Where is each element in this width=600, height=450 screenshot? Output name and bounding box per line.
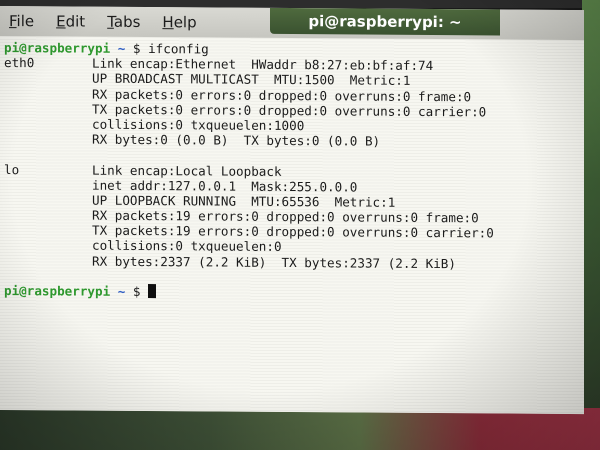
desktop-wallpaper-right [582,0,600,450]
window-title: pi@raspberrypi: ~ [270,7,500,36]
menu-file-accel: F [9,12,17,31]
iface-detail: RX bytes:2337 (2.2 KiB) TX bytes:2337 (2… [92,253,456,271]
iface-detail: Link encap:Local Loopback [92,162,282,179]
menu-edit-accel: E [56,12,66,31]
menu-file-label: ile [16,12,35,31]
menu-edit-label: dit [65,12,86,31]
iface-detail: collisions:0 txqueuelen:1000 [92,116,305,134]
prompt-user: pi@raspberrypi [4,283,111,299]
iface-detail: collisions:0 txqueuelen:0 [92,238,282,255]
command-text: ifconfig [148,41,209,57]
terminal-window: File Edit Tabs Help pi@raspberrypi: ~ pi… [0,6,584,415]
iface-detail: inet addr:127.0.0.1 Mask:255.0.0.0 [92,177,358,195]
prompt-separator [110,41,118,56]
desktop-wallpaper-bottom [0,408,600,450]
active-prompt-line: pi@raspberrypi ~ $ [4,283,584,302]
menu-tabs[interactable]: Tabs [104,11,143,33]
terminal-output[interactable]: pi@raspberrypi ~ $ ifconfig eth0 Link enca… [0,36,584,415]
prompt-user: pi@raspberrypi [4,40,111,56]
text-cursor [148,284,157,299]
iface-name-lo: lo [4,161,20,177]
menu-help[interactable]: Help [159,11,199,33]
iface-name-eth0: eth0 [4,55,35,71]
iface-detail: RX bytes:0 (0.0 B) TX bytes:0 (0.0 B) [92,131,381,149]
menu-bar: File Edit Tabs Help [6,10,200,33]
menu-help-accel: H [162,13,174,32]
prompt-separator [110,284,118,299]
prompt-symbol: $ [125,40,149,57]
menu-file[interactable]: File [6,10,37,32]
menu-edit[interactable]: Edit [53,10,88,32]
menu-tabs-accel: T [107,12,114,31]
menu-help-label: elp [173,13,197,32]
prompt-symbol: $ [125,283,149,300]
menu-tabs-label: abs [113,12,141,31]
